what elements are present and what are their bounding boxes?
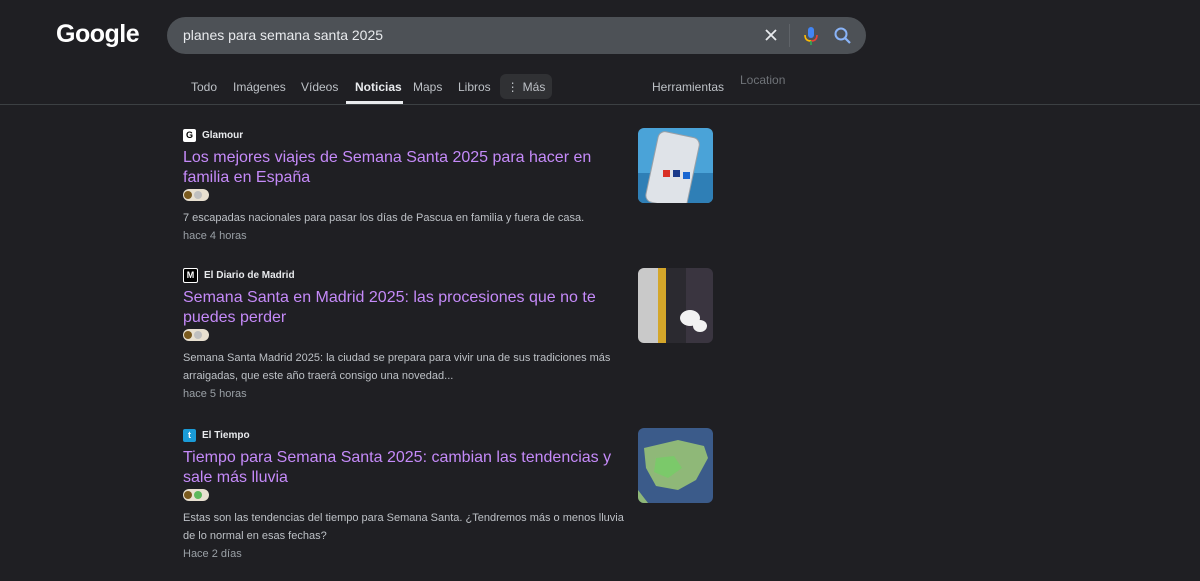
tab-videos[interactable]: Vídeos [301,80,338,94]
result-thumbnail[interactable] [638,268,713,343]
tab-todo[interactable]: Todo [191,80,217,94]
result-title-link[interactable]: Los mejores viajes de Semana Santa 2025 … [183,148,628,188]
tools-button[interactable]: Herramientas [652,80,724,94]
more-dots-icon: ⋮ [506,79,519,94]
source-name: El Tiempo [202,429,250,441]
result-snippet: Semana Santa Madrid 2025: la ciudad se p… [183,352,611,382]
search-box[interactable]: planes para semana santa 2025 [167,17,866,54]
result-snippet: Estas son las tendencias del tiempo para… [183,512,624,542]
location-label: Location [740,73,786,87]
more-label: Más [522,79,546,94]
tab-imagenes[interactable]: Imágenes [233,80,286,94]
glamour-favicon-icon: G [183,128,196,142]
search-divider [789,24,790,47]
search-icon[interactable] [833,26,853,46]
result-thumbnail[interactable] [638,128,713,203]
result-title-link[interactable]: Tiempo para Semana Santa 2025: cambian l… [183,448,628,488]
microphone-icon[interactable] [801,25,821,47]
reaction-badge-icon [183,189,209,201]
search-input[interactable]: planes para semana santa 2025 [183,27,383,43]
result-timestamp: hace 5 horas [183,388,247,400]
reaction-badge-icon [183,489,209,501]
result-thumbnail[interactable] [638,428,713,503]
search-tabs: Todo Imágenes Vídeos Noticias Maps Libro… [0,72,1200,104]
tab-libros[interactable]: Libros [458,80,491,94]
source-name: El Diario de Madrid [204,269,295,281]
el-tiempo-favicon-icon: t [183,428,196,442]
clear-icon[interactable] [761,25,781,45]
result-timestamp: Hace 2 días [183,548,242,560]
tab-maps[interactable]: Maps [413,80,442,94]
result-snippet: 7 escapadas nacionales para pasar los dí… [183,212,585,224]
source-name: Glamour [202,129,244,141]
header-divider [0,104,1200,105]
more-button[interactable]: ⋮ Más [500,74,552,99]
tab-noticias[interactable]: Noticias [355,80,402,94]
google-logo[interactable]: Google [56,20,140,49]
result-title-link[interactable]: Semana Santa en Madrid 2025: las procesi… [183,288,628,328]
diario-madrid-favicon-icon: M [183,267,198,283]
reaction-badge-icon [183,329,209,341]
result-timestamp: hace 4 horas [183,230,247,242]
